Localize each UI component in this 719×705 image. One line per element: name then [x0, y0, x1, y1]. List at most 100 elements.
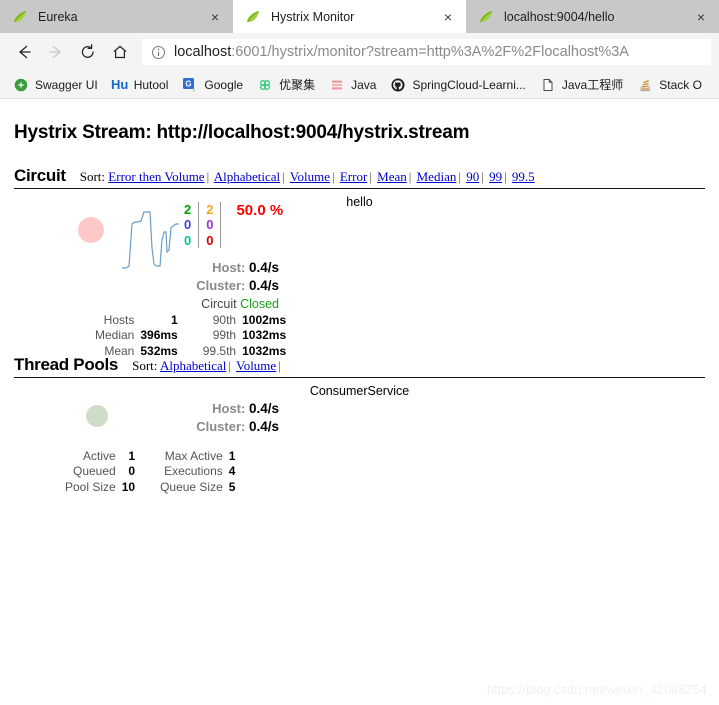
java-stack-icon: [329, 77, 345, 93]
document-icon: [540, 77, 556, 93]
browser-tab-bar: Eureka × Hystrix Monitor × localhost:900…: [0, 0, 719, 33]
bookmark-label: Stack O: [659, 77, 702, 92]
counter-timeout: 2: [206, 202, 214, 217]
back-arrow-icon[interactable]: [8, 36, 40, 68]
browser-tab-2[interactable]: localhost:9004/hello ×: [466, 0, 719, 33]
bookmark-label: 优聚集: [279, 78, 316, 92]
stat-label: Max Active: [164, 449, 223, 463]
stat-value: 1032ms: [242, 343, 287, 358]
threadpool-stats-table: Active 1 Max Active 1 Queued 0 Execution…: [62, 449, 238, 495]
reload-icon[interactable]: [72, 36, 104, 68]
circuit-error-percentage: 50.0 %: [236, 202, 284, 219]
browser-tab-1[interactable]: Hystrix Monitor ×: [233, 0, 466, 33]
stat-label: Hosts: [103, 313, 135, 327]
stat-label: Queue Size: [160, 479, 223, 494]
stat-gap: [138, 464, 157, 479]
table-row: Queued 0 Executions 4: [62, 464, 238, 479]
stat-gap: [138, 480, 157, 495]
svg-text:x: x: [193, 87, 196, 92]
bookmark-label: Swagger UI: [35, 77, 98, 92]
circuit-stats-table: Hosts 1 90th 1002ms Median 396ms 99th 10…: [92, 313, 289, 359]
stat-label: Mean: [104, 343, 135, 358]
bookmark-swagger-ui[interactable]: Swagger UI: [6, 74, 105, 96]
sort-link-median[interactable]: Median: [417, 169, 457, 184]
counter-divider: [198, 202, 200, 248]
bookmark-label: Google: [204, 77, 244, 92]
threadpool-monitor-consumerservice[interactable]: ConsumerService Host: 0.4/s Cluster: 0.4…: [14, 378, 705, 498]
stat-label: Active: [83, 449, 116, 463]
table-row: Active 1 Max Active 1: [62, 449, 238, 464]
stat-label: Queued: [73, 464, 116, 479]
bookmark-java[interactable]: Java: [322, 74, 383, 96]
sort-separator: |: [332, 169, 335, 184]
sort-link-volume[interactable]: Volume: [290, 169, 330, 184]
host-value: 0.4/s: [248, 260, 279, 275]
cluster-label: Cluster:: [196, 278, 246, 294]
google-icon: Gx: [182, 77, 198, 93]
bookmark-java-engineer[interactable]: Java工程师: [533, 74, 630, 96]
table-row: Mean 532ms 99.5th 1032ms: [92, 344, 289, 359]
counter-short-circuited: 0: [184, 217, 192, 233]
url-path: :6001/hystrix/monitor?stream=http%3A%2F%…: [231, 44, 629, 60]
stat-label: 99th: [212, 328, 237, 343]
sort-link-995[interactable]: 99.5: [512, 169, 535, 184]
tab-close-icon[interactable]: ×: [438, 7, 458, 27]
stat-value: 396ms: [140, 328, 178, 343]
address-bar[interactable]: localhost:6001/hystrix/monitor?stream=ht…: [142, 39, 711, 65]
status-badge: Closed: [240, 297, 279, 312]
watermark-text: https://blog.csdn.net/weixin_42068254: [486, 683, 707, 697]
sort-link-error[interactable]: Error: [340, 169, 367, 184]
svg-text:G: G: [186, 79, 192, 88]
sort-link-99[interactable]: 99: [489, 169, 502, 184]
sort-separator: |: [458, 169, 461, 184]
info-circle-icon[interactable]: [148, 42, 168, 62]
circuit-monitor-hello[interactable]: hello 2 0 0 2 0 0 50.0 % Host: 0.4/s Clu…: [14, 189, 705, 358]
sort-label: Sort:: [79, 169, 106, 184]
bookmark-youjuji[interactable]: 优聚集: [250, 74, 322, 96]
sort-separator: |: [206, 169, 210, 184]
sort-link-error-then-volume[interactable]: Error then Volume: [108, 169, 204, 184]
sort-separator: |: [481, 169, 484, 184]
tp-sort-link-alphabetical[interactable]: Alphabetical: [160, 358, 226, 373]
threadpool-rate-block: Host: 0.4/s Cluster: 0.4/s: [124, 400, 279, 436]
sort-separator: |: [282, 169, 285, 184]
home-icon[interactable]: [104, 36, 136, 68]
clover-icon: [257, 77, 273, 93]
bookmark-label: Hutool: [133, 77, 169, 92]
circuit-cluster-rate: Cluster: 0.4/s: [124, 277, 279, 295]
bookmark-hutool[interactable]: Hu Hutool: [105, 74, 176, 96]
threadpool-sort-bar: Sort: Alphabetical | Volume |: [132, 358, 283, 374]
sort-separator: |: [504, 169, 507, 184]
bookmark-google[interactable]: Gx Google: [175, 74, 250, 96]
stat-value: 0: [128, 464, 136, 479]
tab-title: Eureka: [38, 9, 78, 24]
stat-value: 5: [228, 479, 236, 494]
bookmarks-bar: Swagger UI Hu Hutool Gx Google 优聚集 Java …: [0, 71, 719, 99]
bookmark-label: Java: [351, 77, 377, 92]
sort-separator: |: [228, 358, 231, 373]
circuit-sort-bar: Sort: Error then Volume | Alphabetical | V…: [80, 169, 535, 185]
circuit-rate-block: Host: 0.4/s Cluster: 0.4/s Circuit Close…: [124, 259, 279, 314]
circuit-counters-right: 2 0 0: [206, 202, 213, 248]
stat-value: 1: [128, 449, 136, 463]
host-label: Host:: [212, 260, 246, 275]
sort-link-alphabetical[interactable]: Alphabetical: [214, 169, 280, 184]
counter-rejected: 0: [206, 217, 214, 233]
forward-arrow-icon: [40, 36, 72, 68]
sort-link-mean[interactable]: Mean: [377, 169, 407, 184]
sort-link-90[interactable]: 90: [466, 169, 479, 184]
tab-close-icon[interactable]: ×: [691, 7, 711, 27]
threadpool-health-blob: [86, 405, 108, 427]
tab-close-icon[interactable]: ×: [205, 7, 225, 27]
stat-gap: [138, 449, 157, 464]
stat-label: 90th: [212, 313, 237, 327]
threadpool-name: ConsumerService: [309, 384, 410, 398]
bookmark-stackoverflow[interactable]: Stack O: [630, 74, 709, 96]
sort-separator: |: [408, 169, 412, 184]
counter-bad-request: 0: [184, 232, 192, 248]
table-row: Median 396ms 99th 1032ms: [92, 328, 289, 343]
tp-sort-link-volume[interactable]: Volume: [236, 358, 276, 373]
browser-tab-0[interactable]: Eureka ×: [0, 0, 233, 33]
bookmark-springcloud-learning[interactable]: SpringCloud-Learni...: [383, 74, 532, 96]
url-host: localhost: [174, 44, 232, 60]
